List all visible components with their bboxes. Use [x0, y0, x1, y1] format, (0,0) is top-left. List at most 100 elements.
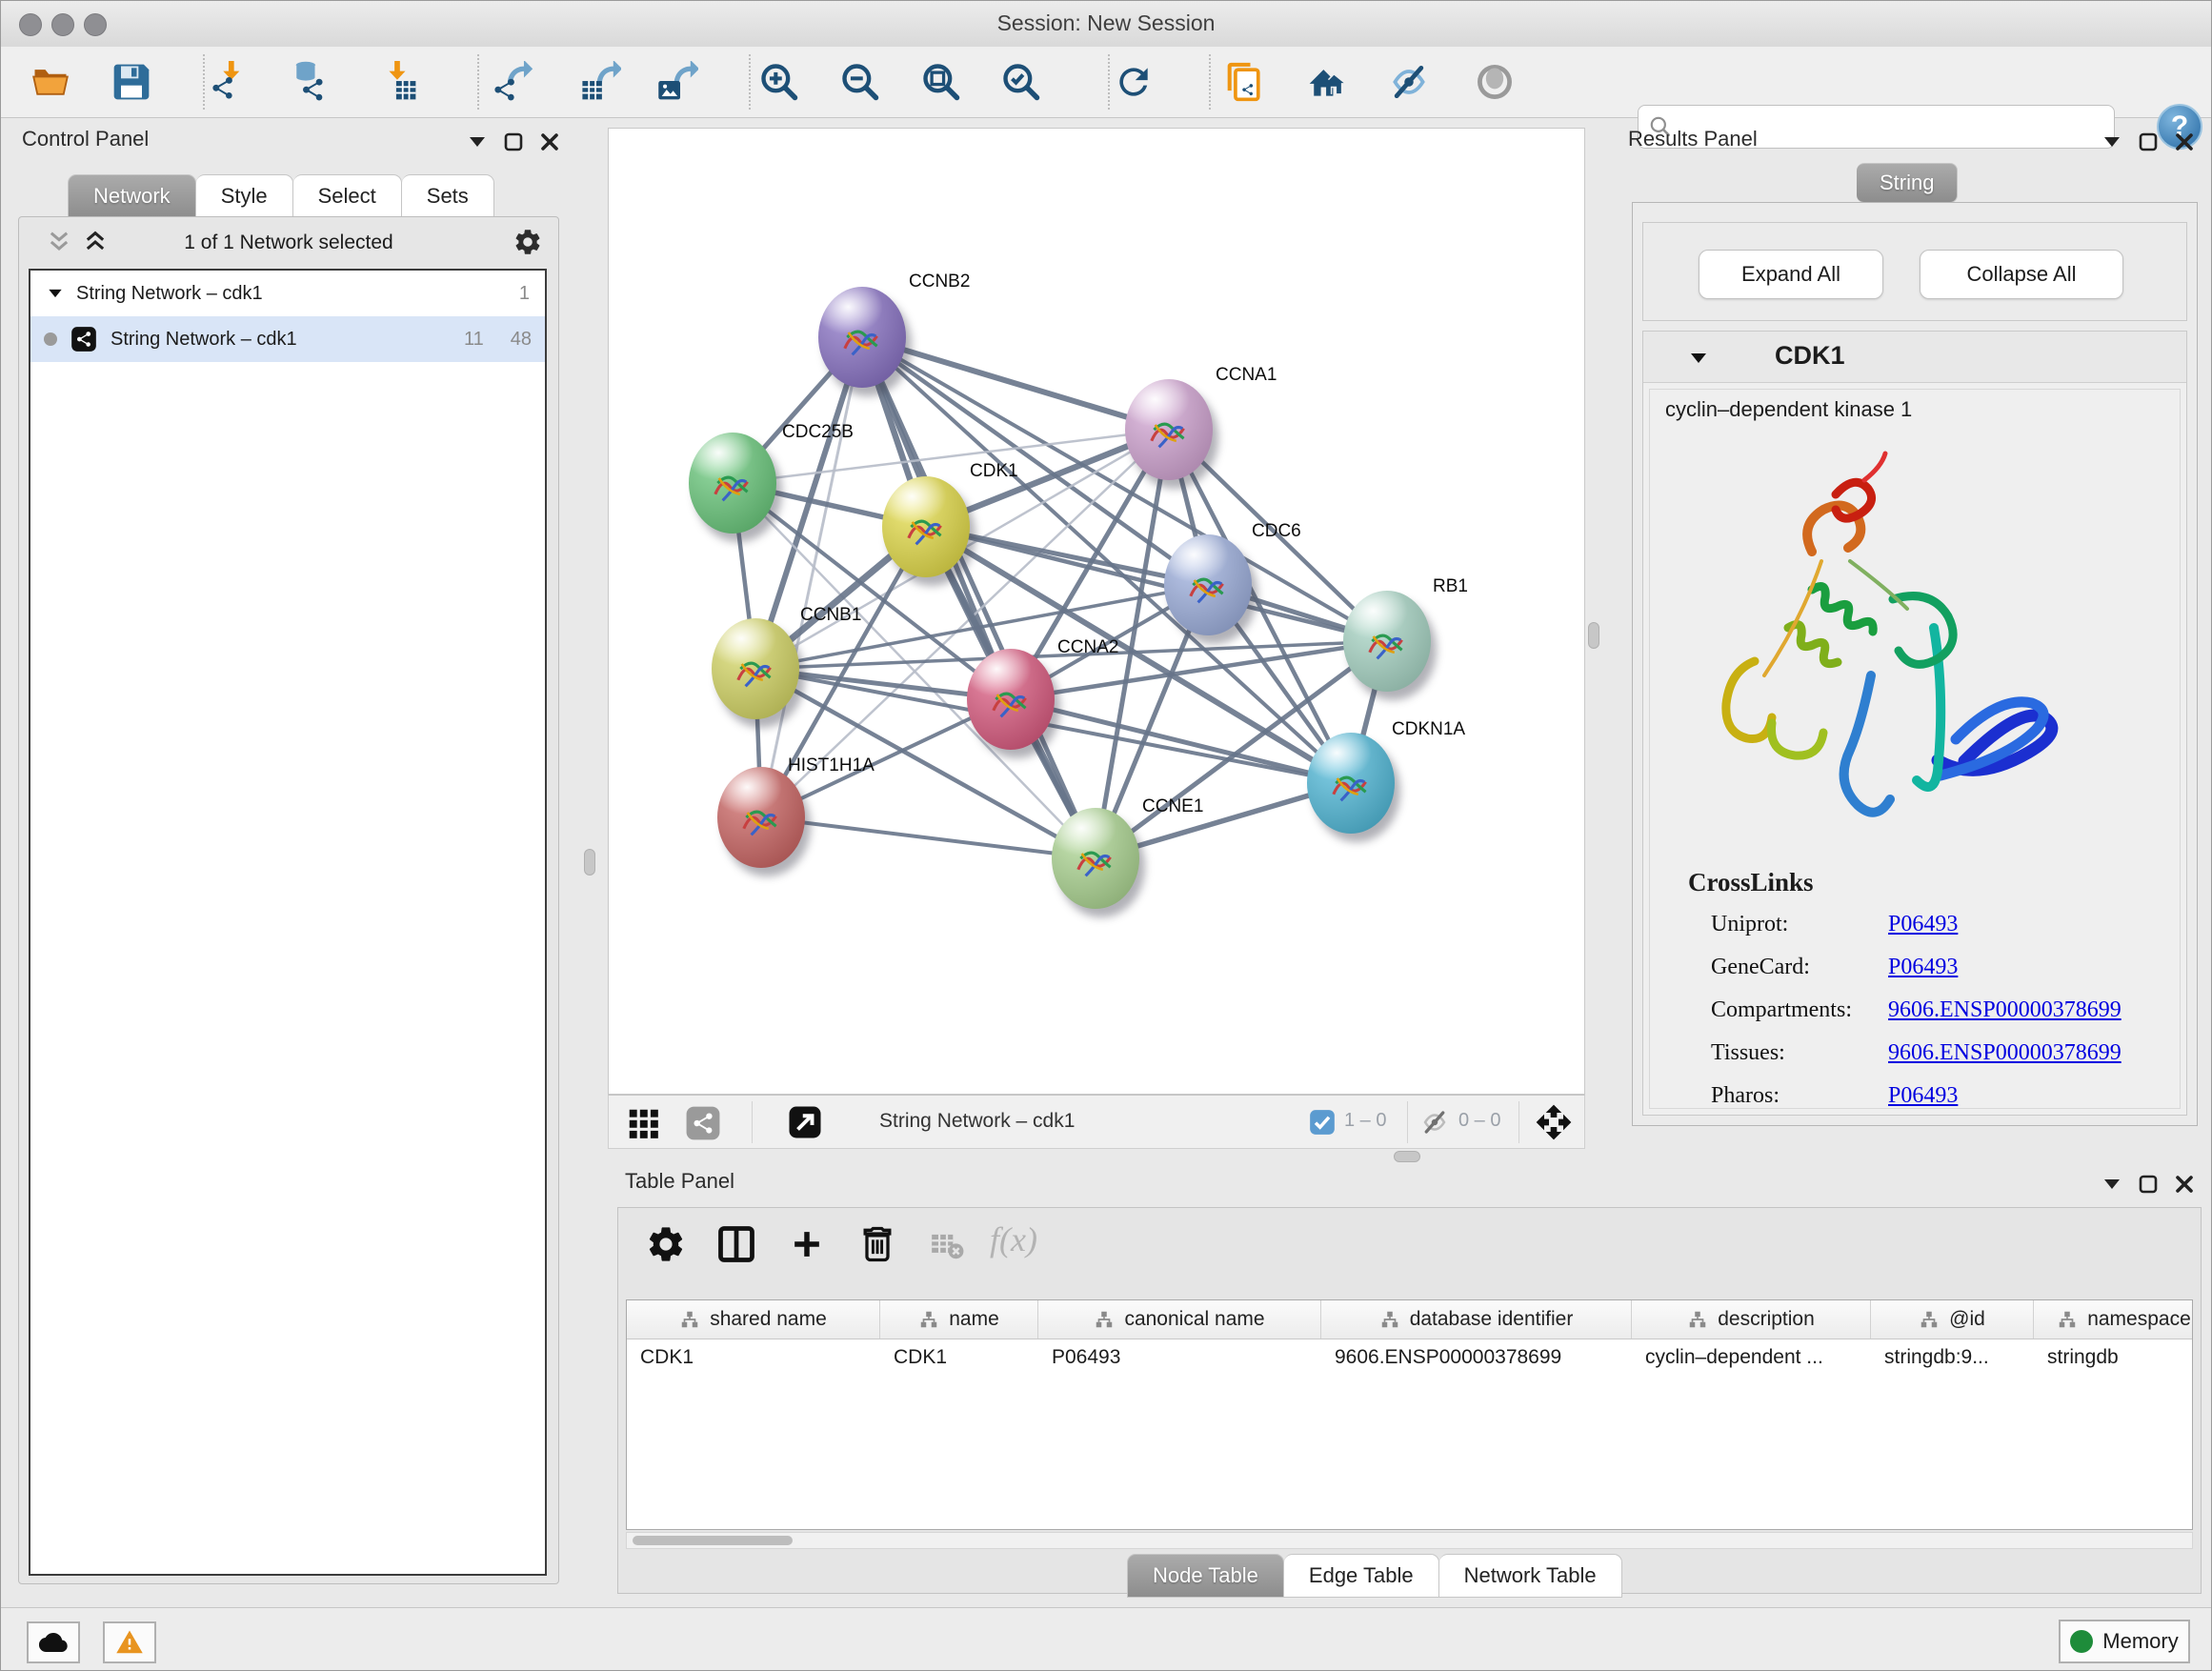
tab-sets[interactable]: Sets: [402, 174, 494, 218]
table-options-gear-icon[interactable]: [645, 1223, 687, 1265]
collapse-panel-icon[interactable]: [2101, 1173, 2123, 1196]
tab-network-table[interactable]: Network Table: [1439, 1554, 1622, 1598]
node-label-ccna1: CCNA1: [1216, 365, 1277, 386]
table-horizontal-scrollbar[interactable]: [626, 1532, 2193, 1549]
close-panel-icon[interactable]: [2173, 131, 2196, 153]
network-node-cdc25b[interactable]: [689, 433, 776, 534]
results-entry-header[interactable]: CDK1: [1643, 332, 2186, 383]
save-session-icon[interactable]: [108, 58, 155, 106]
import-network-file-icon[interactable]: [207, 58, 254, 106]
zoom-selected-icon[interactable]: [997, 58, 1045, 106]
network-row-selected[interactable]: String Network – cdk1 11 48: [30, 316, 545, 362]
column-header-shared-name[interactable]: shared name: [627, 1300, 880, 1339]
memory-button[interactable]: Memory: [2059, 1620, 2190, 1663]
bottom-splitter-handle[interactable]: [1394, 1151, 1420, 1162]
application-window: Session: New Session: [0, 0, 2212, 1671]
float-panel-icon[interactable]: [2137, 131, 2160, 153]
node-label-ccna2: CCNA2: [1057, 637, 1118, 658]
create-column-icon[interactable]: [786, 1223, 828, 1265]
warnings-button[interactable]: [103, 1621, 156, 1663]
crosslink-link[interactable]: P06493: [1888, 912, 1958, 937]
main-toolbar: ?: [1, 47, 2211, 118]
crosslink-link[interactable]: 9606.ENSP00000378699: [1888, 997, 2122, 1023]
show-grid-icon[interactable]: [625, 1105, 661, 1141]
selected-checkbox-icon[interactable]: [1309, 1109, 1336, 1136]
pan-crosshair-icon[interactable]: [1535, 1103, 1573, 1141]
show-columns-icon[interactable]: [715, 1223, 757, 1265]
network-node-ccnb1[interactable]: [712, 618, 799, 719]
network-node-cdkn1a[interactable]: [1307, 733, 1395, 834]
scrollbar-thumb[interactable]: [633, 1536, 793, 1545]
column-header-name[interactable]: name: [880, 1300, 1038, 1339]
network-node-cdk1[interactable]: [882, 476, 970, 577]
left-splitter-handle[interactable]: [584, 849, 595, 876]
hide-selected-icon[interactable]: [1385, 58, 1433, 106]
zoom-fit-icon[interactable]: [917, 58, 965, 106]
tab-network[interactable]: Network: [68, 174, 196, 218]
network-node-ccna2[interactable]: [967, 649, 1055, 750]
network-label: String Network – cdk1: [111, 329, 297, 351]
collapse-panel-icon[interactable]: [2101, 131, 2123, 153]
close-panel-icon[interactable]: [2173, 1173, 2196, 1196]
right-splitter-handle[interactable]: [1588, 622, 1599, 649]
collapse-all-button[interactable]: Collapse All: [1920, 250, 2123, 299]
entry-collapse-icon[interactable]: [1687, 347, 1710, 370]
crosslink-link[interactable]: 9606.ENSP00000378699: [1888, 1040, 2122, 1066]
cloud-status-button[interactable]: [27, 1621, 80, 1663]
crosslink-link[interactable]: P06493: [1888, 955, 1958, 980]
column-header-canonical-name[interactable]: canonical name: [1038, 1300, 1321, 1339]
open-session-icon[interactable]: [27, 58, 74, 106]
expand-all-button[interactable]: Expand All: [1699, 250, 1883, 299]
export-image-icon[interactable]: [654, 58, 701, 106]
tab-node-table[interactable]: Node Table: [1127, 1554, 1284, 1598]
show-selected-icon[interactable]: [1471, 58, 1518, 106]
float-panel-icon[interactable]: [502, 131, 525, 153]
delete-column-icon[interactable]: [856, 1223, 898, 1265]
column-header--id[interactable]: @id: [1871, 1300, 2034, 1339]
network-node-ccna1[interactable]: [1125, 379, 1213, 480]
network-view-canvas[interactable]: CCNB2CCNA1CDC25BCDK1CDC6RB1CCNB1CCNA2CDK…: [608, 128, 1585, 1095]
delete-table-icon[interactable]: [929, 1227, 965, 1263]
network-node-ccnb2[interactable]: [818, 287, 906, 388]
protein-ribbon-icon: [1071, 837, 1120, 887]
tab-style[interactable]: Style: [196, 174, 293, 218]
show-all-networks-icon[interactable]: [1303, 58, 1351, 106]
hidden-eye-icon[interactable]: [1420, 1108, 1449, 1137]
collapse-panel-icon[interactable]: [466, 131, 489, 153]
network-node-cdc6[interactable]: [1164, 534, 1252, 635]
column-tree-icon: [1094, 1309, 1115, 1330]
zoom-out-icon[interactable]: [836, 58, 884, 106]
tab-edge-table[interactable]: Edge Table: [1284, 1554, 1439, 1598]
duplicate-style-icon[interactable]: [1221, 58, 1269, 106]
crosslink-link[interactable]: P06493: [1888, 1083, 1958, 1109]
node-label-ccnb2: CCNB2: [909, 272, 970, 292]
detach-view-icon[interactable]: [788, 1105, 822, 1139]
close-panel-icon[interactable]: [538, 131, 561, 153]
network-node-hist1h1a[interactable]: [717, 767, 805, 868]
refresh-icon[interactable]: [1110, 58, 1157, 106]
column-header-database-identifier[interactable]: database identifier: [1321, 1300, 1632, 1339]
node-table: shared namenamecanonical namedatabase id…: [626, 1299, 2193, 1530]
zoom-in-icon[interactable]: [755, 58, 803, 106]
column-header-description[interactable]: description: [1632, 1300, 1871, 1339]
export-table-icon[interactable]: [576, 58, 624, 106]
float-panel-icon[interactable]: [2137, 1173, 2160, 1196]
function-builder-icon[interactable]: f(x): [990, 1219, 1037, 1259]
network-options-gear-icon[interactable]: [513, 227, 543, 257]
table-row[interactable]: CDK1CDK1P064939606.ENSP00000378699cyclin…: [627, 1339, 2192, 1378]
network-node-ccne1[interactable]: [1052, 808, 1139, 909]
tab-select[interactable]: Select: [293, 174, 402, 218]
entry-description: cyclin–dependent kinase 1: [1665, 397, 1912, 422]
table-panel-box: f(x) shared namenamecanonical namedataba…: [617, 1207, 2202, 1594]
tab-string[interactable]: String: [1857, 163, 1958, 203]
import-table-file-icon[interactable]: [374, 58, 422, 106]
table-body: CDK1CDK1P064939606.ENSP00000378699cyclin…: [627, 1339, 2192, 1378]
node-label-cdc25b: CDC25B: [782, 422, 854, 443]
collection-expand-icon[interactable]: [46, 284, 65, 303]
export-network-icon[interactable]: [489, 58, 536, 106]
network-overview-icon[interactable]: [685, 1105, 721, 1141]
network-collection-row[interactable]: String Network – cdk1 1: [30, 271, 545, 316]
import-network-database-icon[interactable]: [283, 58, 331, 106]
network-node-rb1[interactable]: [1343, 591, 1431, 692]
column-header-namespace[interactable]: namespace: [2034, 1300, 2193, 1339]
